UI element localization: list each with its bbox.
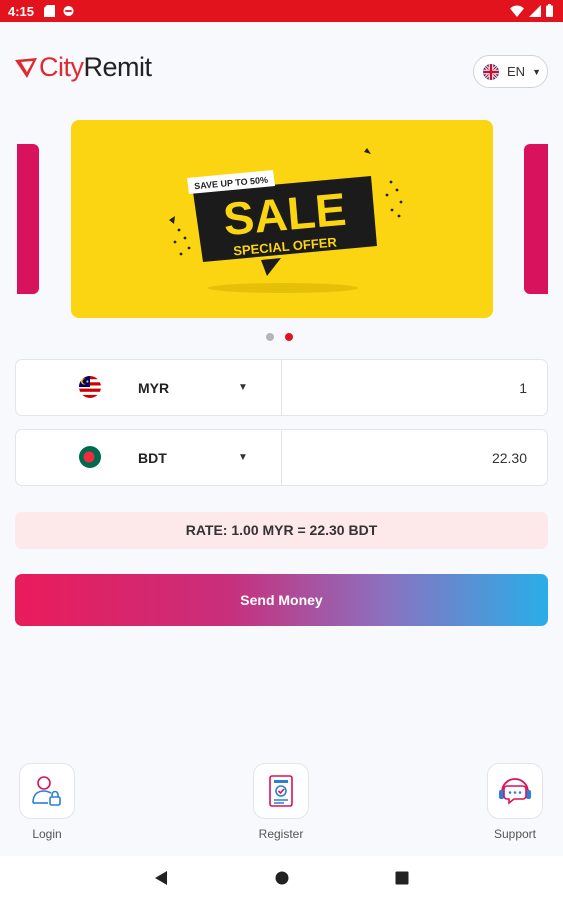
battery-icon bbox=[546, 4, 553, 17]
to-currency-select[interactable]: BDT ▼ bbox=[16, 430, 282, 485]
pager-dot-active[interactable] bbox=[285, 333, 293, 341]
promo-banner[interactable]: SAVE UP TO 50% SALE SPECIAL OFFER bbox=[71, 120, 493, 318]
support-label: Support bbox=[493, 827, 537, 841]
sd-card-icon bbox=[44, 5, 55, 17]
promo-carousel[interactable]: SAVE UP TO 50% SALE SPECIAL OFFER bbox=[0, 112, 563, 352]
do-not-disturb-icon bbox=[63, 5, 74, 17]
status-notification-icons bbox=[44, 5, 74, 17]
send-money-button[interactable]: Send Money bbox=[15, 574, 548, 626]
wifi-icon bbox=[510, 5, 524, 17]
status-system-icons bbox=[510, 4, 553, 17]
signal-icon bbox=[529, 4, 541, 17]
language-selector[interactable]: EN ▼ bbox=[473, 55, 548, 88]
support-nav-item[interactable]: Support bbox=[483, 763, 547, 841]
support-chat-icon bbox=[499, 778, 531, 805]
pager-dot[interactable] bbox=[266, 333, 274, 341]
register-nav-item[interactable]: Register bbox=[249, 763, 313, 841]
sale-banner-graphic: SAVE UP TO 50% SALE SPECIAL OFFER bbox=[169, 148, 403, 293]
logo-wordmark: CityRemit bbox=[39, 52, 152, 82]
system-navigation-bar bbox=[0, 856, 563, 900]
carousel-pager bbox=[266, 333, 293, 341]
bangladesh-flag-icon bbox=[79, 446, 101, 468]
registration-form-icon bbox=[269, 775, 293, 807]
login-label: Login bbox=[32, 827, 62, 841]
to-amount-input[interactable]: 22.30 bbox=[492, 450, 527, 466]
from-amount-input[interactable]: 1 bbox=[519, 380, 527, 396]
back-icon[interactable] bbox=[154, 870, 168, 886]
to-currency-code: BDT bbox=[138, 450, 167, 466]
app-header: CityRemit EN ▼ bbox=[0, 22, 563, 112]
register-button[interactable] bbox=[253, 763, 309, 819]
recent-apps-icon[interactable] bbox=[395, 871, 409, 885]
login-nav-item[interactable]: Login bbox=[15, 763, 79, 841]
from-currency-row: MYR ▼ 1 bbox=[15, 359, 548, 416]
home-icon[interactable] bbox=[275, 871, 289, 885]
status-bar: 4:15 bbox=[0, 0, 563, 22]
status-time: 4:15 bbox=[8, 4, 35, 19]
from-currency-select[interactable]: MYR ▼ bbox=[16, 360, 282, 415]
logo-mark-icon bbox=[15, 57, 37, 78]
support-button[interactable] bbox=[487, 763, 543, 819]
login-button[interactable] bbox=[19, 763, 75, 819]
user-lock-icon bbox=[32, 776, 61, 806]
register-label: Register bbox=[258, 827, 304, 841]
to-currency-row: BDT ▼ 22.30 bbox=[15, 429, 548, 486]
chevron-down-icon: ▼ bbox=[532, 66, 541, 77]
malaysia-flag-icon bbox=[79, 376, 101, 398]
chevron-down-icon: ▼ bbox=[238, 452, 248, 463]
cityremit-logo: CityRemit bbox=[15, 52, 152, 83]
next-slide[interactable] bbox=[524, 144, 548, 294]
uk-flag-icon bbox=[483, 63, 499, 80]
chevron-down-icon: ▼ bbox=[238, 382, 248, 393]
language-code: EN bbox=[507, 64, 526, 79]
exchange-rate-label: RATE: 1.00 MYR = 22.30 BDT bbox=[15, 512, 548, 549]
previous-slide[interactable] bbox=[17, 144, 39, 294]
from-currency-code: MYR bbox=[138, 380, 170, 396]
